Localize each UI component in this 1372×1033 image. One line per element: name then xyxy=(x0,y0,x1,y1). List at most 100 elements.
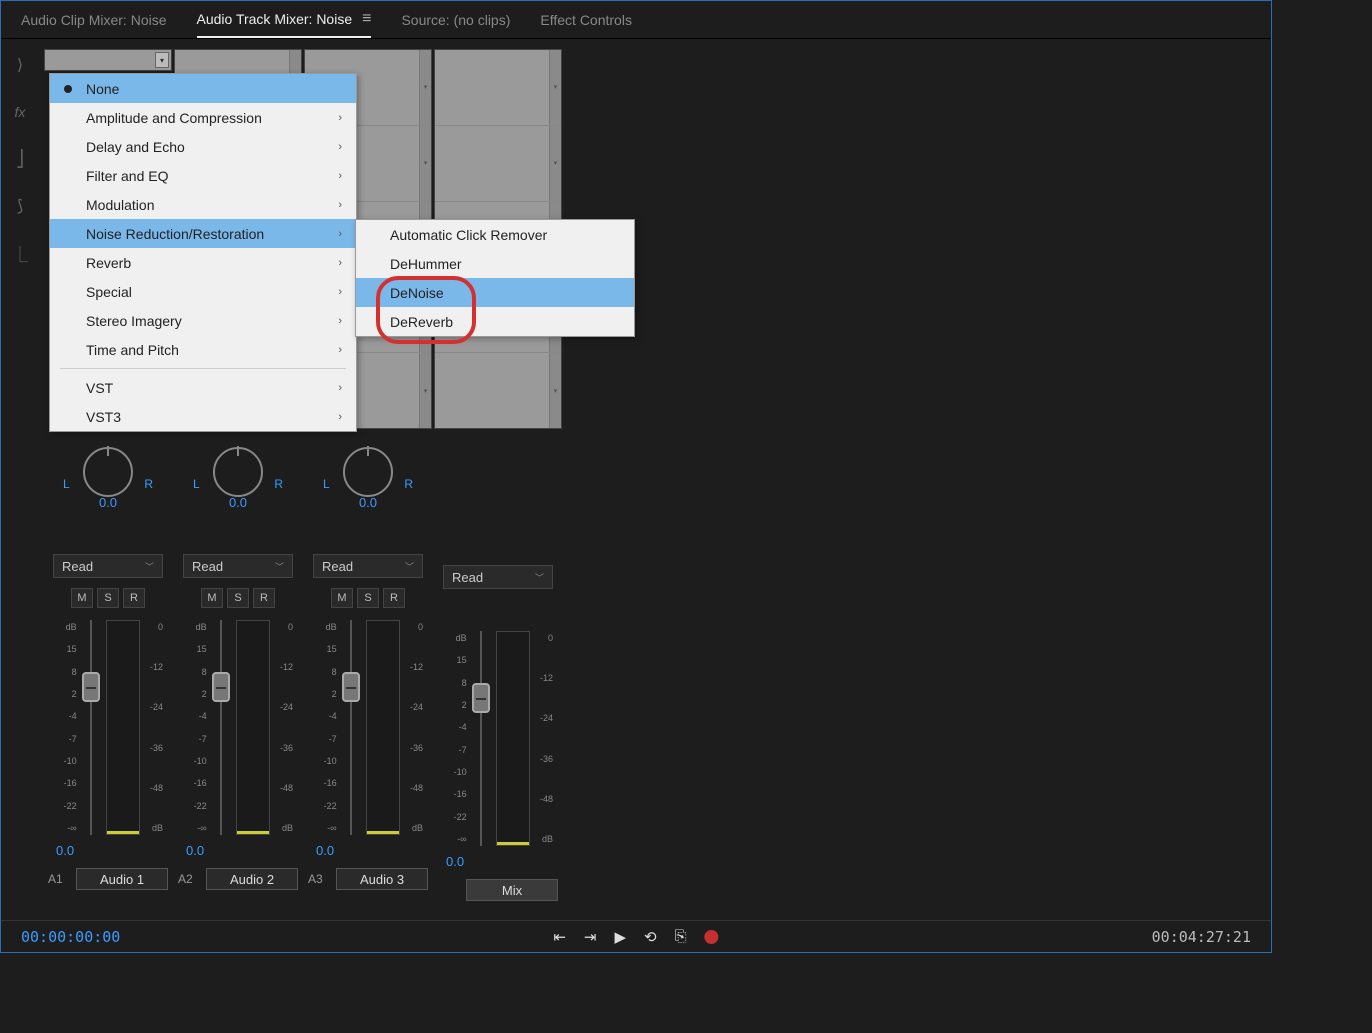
playhead-timecode[interactable]: 00:00:00:00 xyxy=(21,928,120,946)
fader-area: dB 15 8 2 -4 -7 -10 -16 -22 -∞ 0 xyxy=(183,620,293,835)
scale-tick: 8 xyxy=(183,667,207,677)
fx-context-menu: None Amplitude and Compression › Delay a… xyxy=(49,73,357,432)
tab-track-mixer[interactable]: Audio Track Mixer: Noise ≡ xyxy=(197,2,372,38)
scale-tick: -12 xyxy=(143,662,163,672)
track-name-field[interactable]: Audio 3 xyxy=(336,868,428,890)
mute-button[interactable]: M xyxy=(331,588,353,608)
automation-mode-dropdown[interactable]: Read ﹀ xyxy=(53,554,163,578)
chevron-right-icon: › xyxy=(338,112,342,124)
scale-tick: -48 xyxy=(273,783,293,793)
menu-item-noise-reduction[interactable]: Noise Reduction/Restoration › xyxy=(50,219,356,248)
scale-tick: 0 xyxy=(533,633,553,643)
fx-slot-handle[interactable] xyxy=(419,126,431,201)
mute-button[interactable]: M xyxy=(71,588,93,608)
level-meter xyxy=(496,631,530,846)
solo-button[interactable]: S xyxy=(227,588,249,608)
export-icon[interactable]: ⎘ xyxy=(675,928,687,945)
fx-icon[interactable]: fx xyxy=(10,101,30,123)
rail-icon-5[interactable]: ⎿ xyxy=(10,242,30,264)
chevron-right-icon: › xyxy=(338,170,342,182)
transport-controls: ⇤ ⇥ ▶ ⟲ ⎘ xyxy=(553,928,718,946)
submenu-item-dereverb[interactable]: DeReverb xyxy=(356,307,634,336)
automation-mode-dropdown[interactable]: Read ﹀ xyxy=(443,565,553,589)
menu-item-label: VST3 xyxy=(86,409,121,425)
menu-item-modulation[interactable]: Modulation › xyxy=(50,190,356,219)
mute-button[interactable]: M xyxy=(201,588,223,608)
fx-slot[interactable] xyxy=(435,126,561,202)
loop-button[interactable]: ⟲ xyxy=(644,928,657,946)
fader-track[interactable] xyxy=(210,620,233,835)
pan-knob[interactable] xyxy=(83,447,133,497)
record-icon[interactable] xyxy=(705,930,719,944)
fader-handle[interactable] xyxy=(82,672,100,702)
menu-item-vst[interactable]: VST › xyxy=(50,373,356,402)
automation-mode-dropdown[interactable]: Read ﹀ xyxy=(183,554,293,578)
scale-tick: dB xyxy=(273,823,293,833)
volume-db-value: 0.0 xyxy=(56,843,74,858)
chevron-right-icon: › xyxy=(338,344,342,356)
scale-tick: -10 xyxy=(53,756,77,766)
menu-item-amplitude[interactable]: Amplitude and Compression › xyxy=(50,103,356,132)
scale-tick: dB xyxy=(403,823,423,833)
menu-item-time-pitch[interactable]: Time and Pitch › xyxy=(50,335,356,364)
menu-item-stereo-imagery[interactable]: Stereo Imagery › xyxy=(50,306,356,335)
scale-tick: dB xyxy=(53,622,77,632)
fx-slot-handle[interactable] xyxy=(549,50,561,125)
fx-slot-handle[interactable] xyxy=(549,126,561,201)
fx-slot-handle[interactable] xyxy=(419,50,431,125)
pan-value: 0.0 xyxy=(359,495,377,510)
scale-tick: -∞ xyxy=(313,823,337,833)
fader-handle[interactable] xyxy=(342,672,360,702)
record-button[interactable]: R xyxy=(383,588,405,608)
chevron-down-icon: ▾ xyxy=(155,52,169,68)
rail-icon-4[interactable]: ⟆ xyxy=(10,195,30,217)
pan-knob[interactable] xyxy=(213,447,263,497)
fader-handle[interactable] xyxy=(472,683,490,713)
menu-item-vst3[interactable]: VST3 › xyxy=(50,402,356,431)
menu-item-filter[interactable]: Filter and EQ › xyxy=(50,161,356,190)
fader-track[interactable] xyxy=(340,620,363,835)
fader-track[interactable] xyxy=(80,620,103,835)
solo-button[interactable]: S xyxy=(97,588,119,608)
menu-item-delay[interactable]: Delay and Echo › xyxy=(50,132,356,161)
menu-item-special[interactable]: Special › xyxy=(50,277,356,306)
duration-timecode: 00:04:27:21 xyxy=(1152,928,1251,946)
fader-handle[interactable] xyxy=(212,672,230,702)
tab-source[interactable]: Source: (no clips) xyxy=(401,4,510,36)
fader-track[interactable] xyxy=(470,631,493,846)
rail-icon-3[interactable]: ⎦ xyxy=(10,148,30,170)
track-name-field[interactable]: Audio 2 xyxy=(206,868,298,890)
menu-item-reverb[interactable]: Reverb › xyxy=(50,248,356,277)
scale-tick: -7 xyxy=(183,734,207,744)
track-label-row: Mix xyxy=(434,879,562,901)
submenu-item-denoise[interactable]: DeNoise xyxy=(356,278,634,307)
go-to-out-button[interactable]: ⇥ xyxy=(584,928,597,946)
go-to-in-button[interactable]: ⇤ xyxy=(553,928,566,946)
fx-slot-handle[interactable] xyxy=(549,353,561,428)
scale-tick: 15 xyxy=(313,644,337,654)
track-name-field[interactable]: Mix xyxy=(466,879,558,901)
record-button[interactable]: R xyxy=(253,588,275,608)
scale-tick: dB xyxy=(183,622,207,632)
tab-clip-mixer[interactable]: Audio Clip Mixer: Noise xyxy=(21,4,167,36)
fx-dropdown-trigger[interactable]: ▾ xyxy=(44,49,172,71)
panel-menu-icon[interactable]: ≡ xyxy=(362,10,371,28)
solo-button[interactable]: S xyxy=(357,588,379,608)
pan-knob[interactable] xyxy=(343,447,393,497)
automation-mode-dropdown[interactable]: Read ﹀ xyxy=(313,554,423,578)
fx-slot[interactable] xyxy=(435,50,561,126)
fx-slot-handle[interactable] xyxy=(419,353,431,428)
play-button[interactable]: ▶ xyxy=(615,928,627,946)
chevron-right-icon: › xyxy=(338,382,342,394)
menu-item-none[interactable]: None xyxy=(50,74,356,103)
fader-scale-left: dB 15 8 2 -4 -7 -10 -16 -22 -∞ xyxy=(443,631,470,846)
chevron-down-icon: ﹀ xyxy=(275,560,284,573)
record-button[interactable]: R xyxy=(123,588,145,608)
submenu-item-dehummer[interactable]: DeHummer xyxy=(356,249,634,278)
track-name-field[interactable]: Audio 1 xyxy=(76,868,168,890)
scale-tick: -22 xyxy=(313,801,337,811)
submenu-item-auto-click-remover[interactable]: Automatic Click Remover xyxy=(356,220,634,249)
tab-effect-controls[interactable]: Effect Controls xyxy=(540,4,632,36)
rail-icon-1[interactable]: ⟩ xyxy=(10,54,30,76)
fx-slot[interactable] xyxy=(435,353,561,428)
